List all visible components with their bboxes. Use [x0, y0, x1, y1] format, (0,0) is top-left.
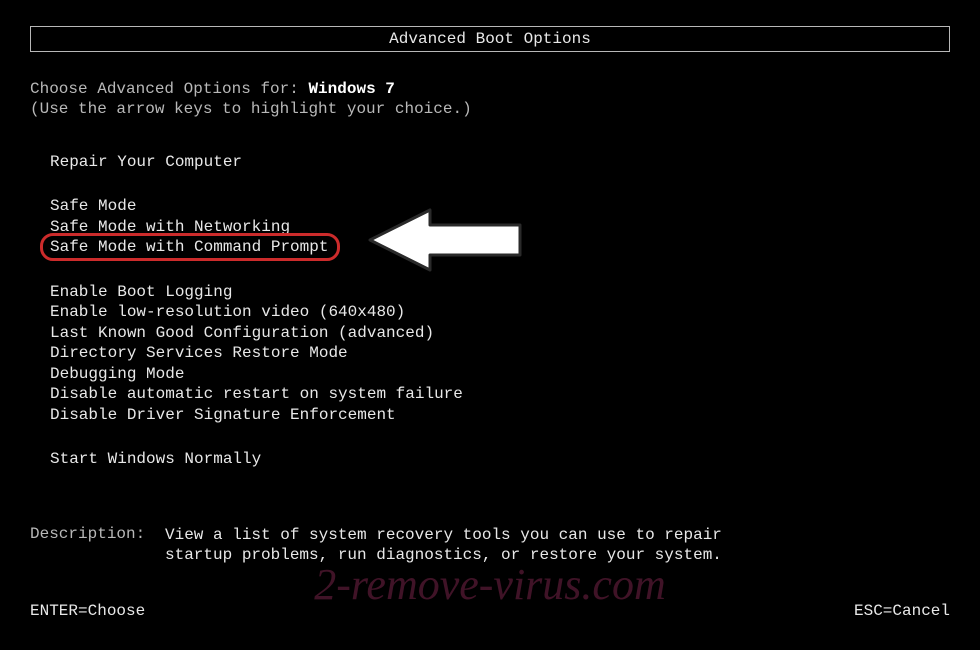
instruction-text: (Use the arrow keys to highlight your ch… [30, 100, 950, 118]
menu-item-disable-driver-sig[interactable]: Disable Driver Signature Enforcement [50, 405, 950, 425]
menu-item-safe-mode[interactable]: Safe Mode [50, 196, 950, 216]
description-label: Description: [30, 525, 165, 566]
os-name: Windows 7 [308, 80, 394, 98]
description-text: View a list of system recovery tools you… [165, 525, 722, 566]
menu-item-disable-auto-restart[interactable]: Disable automatic restart on system fail… [50, 384, 950, 404]
menu-item-debugging[interactable]: Debugging Mode [50, 364, 950, 384]
footer-esc-hint: ESC=Cancel [854, 602, 950, 620]
menu-item-start-normally[interactable]: Start Windows Normally [50, 449, 950, 469]
footer-enter-hint: ENTER=Choose [30, 602, 145, 620]
description-line: View a list of system recovery tools you… [165, 525, 722, 545]
choose-prefix: Choose Advanced Options for: [30, 80, 308, 98]
menu-item-boot-logging[interactable]: Enable Boot Logging [50, 282, 950, 302]
menu-item-label: Safe Mode with Command Prompt [50, 238, 328, 256]
menu-item-last-known-good[interactable]: Last Known Good Configuration (advanced) [50, 323, 950, 343]
menu-spacer [50, 425, 950, 449]
menu-item-safe-mode-networking[interactable]: Safe Mode with Networking [50, 217, 950, 237]
page-title: Advanced Boot Options [389, 30, 591, 48]
menu-item-low-res-video[interactable]: Enable low-resolution video (640x480) [50, 302, 950, 322]
menu-spacer [50, 172, 950, 196]
description-line: startup problems, run diagnostics, or re… [165, 545, 722, 565]
footer-bar: ENTER=Choose ESC=Cancel [30, 602, 950, 620]
menu-item-repair[interactable]: Repair Your Computer [50, 152, 950, 172]
choose-line: Choose Advanced Options for: Windows 7 [30, 80, 950, 98]
menu-item-safe-mode-cmd[interactable]: Safe Mode with Command Prompt [50, 237, 328, 257]
boot-menu: Repair Your Computer Safe Mode Safe Mode… [30, 152, 950, 470]
title-bar: Advanced Boot Options [30, 26, 950, 52]
menu-item-directory-restore[interactable]: Directory Services Restore Mode [50, 343, 950, 363]
menu-spacer [50, 258, 950, 282]
description-block: Description: View a list of system recov… [30, 525, 950, 566]
